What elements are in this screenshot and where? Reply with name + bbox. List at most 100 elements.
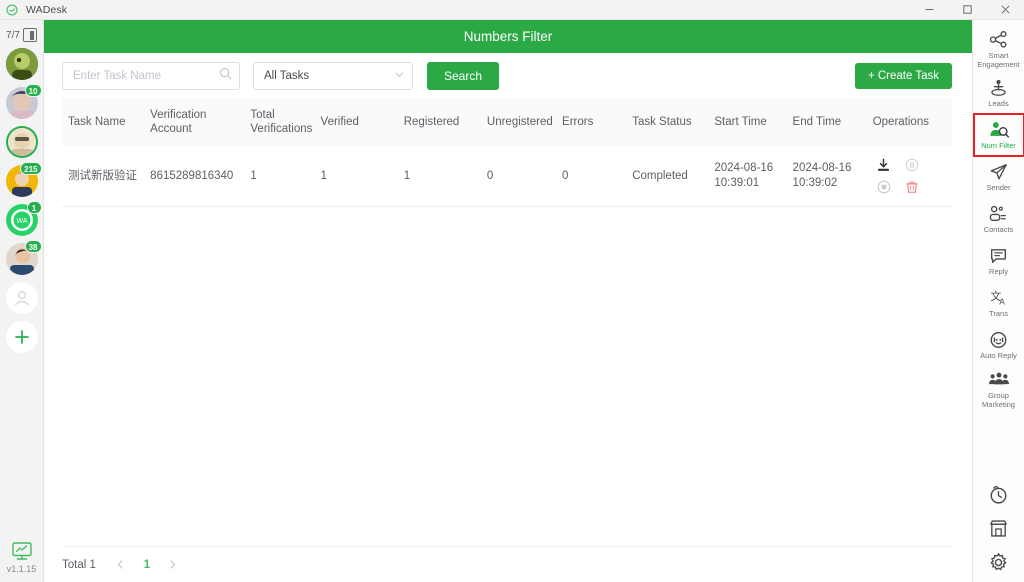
leads-person-icon bbox=[988, 78, 1010, 98]
table-header-row: Task Name Verification Account Total Ver… bbox=[62, 98, 952, 146]
unread-badge: 1 bbox=[26, 201, 42, 214]
unread-badge: 10 bbox=[24, 84, 42, 97]
sidebar-item-group-marketing[interactable]: Group Marketing bbox=[974, 366, 1024, 412]
search-input[interactable] bbox=[62, 61, 240, 90]
sidebar-item-auto-reply[interactable]: Auto Reply bbox=[974, 324, 1024, 366]
translate-icon: 文 A bbox=[988, 288, 1010, 308]
share-nodes-icon bbox=[988, 30, 1010, 50]
account-count-row: 7/7 bbox=[6, 28, 37, 42]
sidebar-footer: v1.1.15 bbox=[6, 540, 37, 574]
filter-toolbar: All Tasks Search + Create Task bbox=[44, 53, 972, 98]
column-header-start-time: Start Time bbox=[714, 116, 767, 128]
sidebar-item-contacts[interactable]: Contacts bbox=[974, 198, 1024, 240]
settings-gear-icon[interactable] bbox=[988, 552, 1010, 572]
chevron-left-icon bbox=[118, 560, 123, 569]
search-button[interactable]: Search bbox=[427, 61, 500, 90]
collapse-panel-icon[interactable] bbox=[22, 28, 37, 42]
sidebar-item-smart-engagement[interactable]: Smart Engagement bbox=[974, 26, 1024, 72]
pause-icon bbox=[905, 158, 919, 172]
column-header-operations: Operations bbox=[872, 116, 929, 128]
sidebar-label-contacts: Contacts bbox=[983, 225, 1014, 235]
table-row[interactable]: 测试新版验证 8615289816340 1 1 1 0 0 Completed… bbox=[62, 146, 952, 207]
version-label: v1.1.15 bbox=[6, 564, 37, 574]
paper-plane-icon bbox=[988, 162, 1010, 182]
table-body: 测试新版验证 8615289816340 1 1 1 0 0 Completed… bbox=[62, 146, 952, 207]
sidebar-label-sender: Sender bbox=[986, 183, 1011, 193]
minimize-button[interactable] bbox=[910, 0, 948, 20]
cell-operations bbox=[866, 146, 952, 207]
cell-verification-account: 8615289816340 bbox=[144, 146, 245, 207]
sidebar-item-reply[interactable]: Reply bbox=[974, 240, 1024, 282]
sidebar-item-leads[interactable]: Leads bbox=[974, 72, 1024, 114]
account-avatar-item[interactable] bbox=[5, 48, 38, 80]
column-header-total-verifications: Total Verifications bbox=[250, 109, 313, 135]
account-avatar-item[interactable]: 38 bbox=[5, 240, 42, 275]
unread-badge: 215 bbox=[20, 162, 42, 175]
sidebar-item-sender[interactable]: Sender bbox=[974, 156, 1024, 198]
account-avatar-item-selected[interactable] bbox=[6, 126, 38, 158]
start-clock: 10:39:01 bbox=[714, 177, 760, 189]
chevron-right-icon bbox=[170, 560, 176, 569]
cell-total-verifications: 1 bbox=[244, 146, 315, 207]
tasks-table: Task Name Verification Account Total Ver… bbox=[62, 98, 952, 207]
plus-icon bbox=[14, 330, 29, 344]
prev-page-button[interactable] bbox=[110, 554, 132, 576]
avatar bbox=[7, 128, 36, 156]
next-page-button[interactable] bbox=[162, 554, 184, 576]
cell-errors: 0 bbox=[556, 146, 627, 207]
feature-sidebar-footer bbox=[988, 484, 1010, 572]
sidebar-item-trans[interactable]: 文 A Trans bbox=[974, 282, 1024, 324]
account-avatar-list: 10 215 WA 1 38 bbox=[5, 48, 42, 353]
feature-sidebar: Smart Engagement Leads Num Filter Sender… bbox=[972, 20, 1024, 582]
column-header-errors: Errors bbox=[562, 116, 594, 128]
search-field-wrap bbox=[62, 61, 240, 90]
column-header-verification-account: Verification Account bbox=[150, 109, 207, 135]
unread-badge: 38 bbox=[24, 240, 42, 253]
main-content: Numbers Filter All Tasks bbox=[44, 20, 972, 582]
account-avatar-item[interactable]: 215 bbox=[5, 162, 42, 197]
number-filter-icon bbox=[988, 120, 1010, 140]
sidebar-label-trans: Trans bbox=[989, 309, 1008, 319]
end-clock: 10:39:02 bbox=[792, 177, 838, 189]
account-placeholder-slot[interactable] bbox=[5, 282, 38, 314]
cell-task-name: 测试新版验证 bbox=[62, 146, 145, 207]
svg-text:A: A bbox=[999, 298, 1005, 307]
delete-icon[interactable] bbox=[905, 180, 919, 194]
person-placeholder-icon bbox=[14, 290, 29, 306]
cell-registered: 1 bbox=[397, 146, 481, 207]
maximize-button[interactable] bbox=[948, 0, 986, 20]
create-task-button[interactable]: + Create Task bbox=[854, 62, 952, 89]
app-title: WADesk bbox=[26, 3, 68, 16]
tasks-table-region: Task Name Verification Account Total Ver… bbox=[44, 98, 972, 546]
account-avatar-item[interactable]: 10 bbox=[5, 84, 42, 119]
download-icon[interactable] bbox=[876, 158, 891, 173]
start-date: 2024-08-16 bbox=[714, 162, 774, 174]
cell-end-time: 2024-08-16 10:39:02 bbox=[786, 146, 867, 207]
page-number-1[interactable]: 1 bbox=[136, 554, 158, 576]
column-header-task-name: Task Name bbox=[68, 116, 126, 128]
wadesk-logo-icon bbox=[6, 3, 18, 16]
column-header-registered: Registered bbox=[403, 116, 460, 128]
account-count-label: 7/7 bbox=[6, 29, 20, 41]
avatar-photo-3 bbox=[7, 128, 36, 156]
account-avatar-item[interactable]: WA 1 bbox=[5, 201, 42, 236]
page-title: Numbers Filter bbox=[463, 29, 553, 44]
app-window: WADesk 7/7 10 215 WA 1 38 v1.1.15 Number… bbox=[0, 0, 1024, 582]
close-button[interactable] bbox=[986, 0, 1024, 20]
sidebar-label-leads: Leads bbox=[988, 99, 1009, 109]
task-filter-select[interactable]: All Tasks bbox=[253, 61, 413, 90]
monitor-chart-icon[interactable] bbox=[11, 540, 33, 562]
task-filter-select-wrap: All Tasks bbox=[253, 61, 413, 90]
sidebar-label-group-marketing: Group Marketing bbox=[982, 391, 1015, 409]
sidebar-label-smart-engagement: Smart Engagement bbox=[977, 51, 1020, 69]
window-controls bbox=[910, 0, 1024, 20]
store-icon[interactable] bbox=[988, 518, 1010, 538]
sidebar-item-num-filter[interactable]: Num Filter bbox=[972, 113, 1024, 157]
column-header-unregistered: Unregistered bbox=[486, 116, 553, 128]
accounts-sidebar: 7/7 10 215 WA 1 38 v1.1.15 bbox=[0, 20, 44, 582]
group-marketing-icon bbox=[988, 370, 1010, 390]
column-header-verified: Verified bbox=[320, 116, 359, 128]
column-header-task-status: Task Status bbox=[632, 116, 692, 128]
timer-clock-icon[interactable] bbox=[988, 484, 1010, 504]
add-account-button[interactable] bbox=[5, 321, 38, 353]
